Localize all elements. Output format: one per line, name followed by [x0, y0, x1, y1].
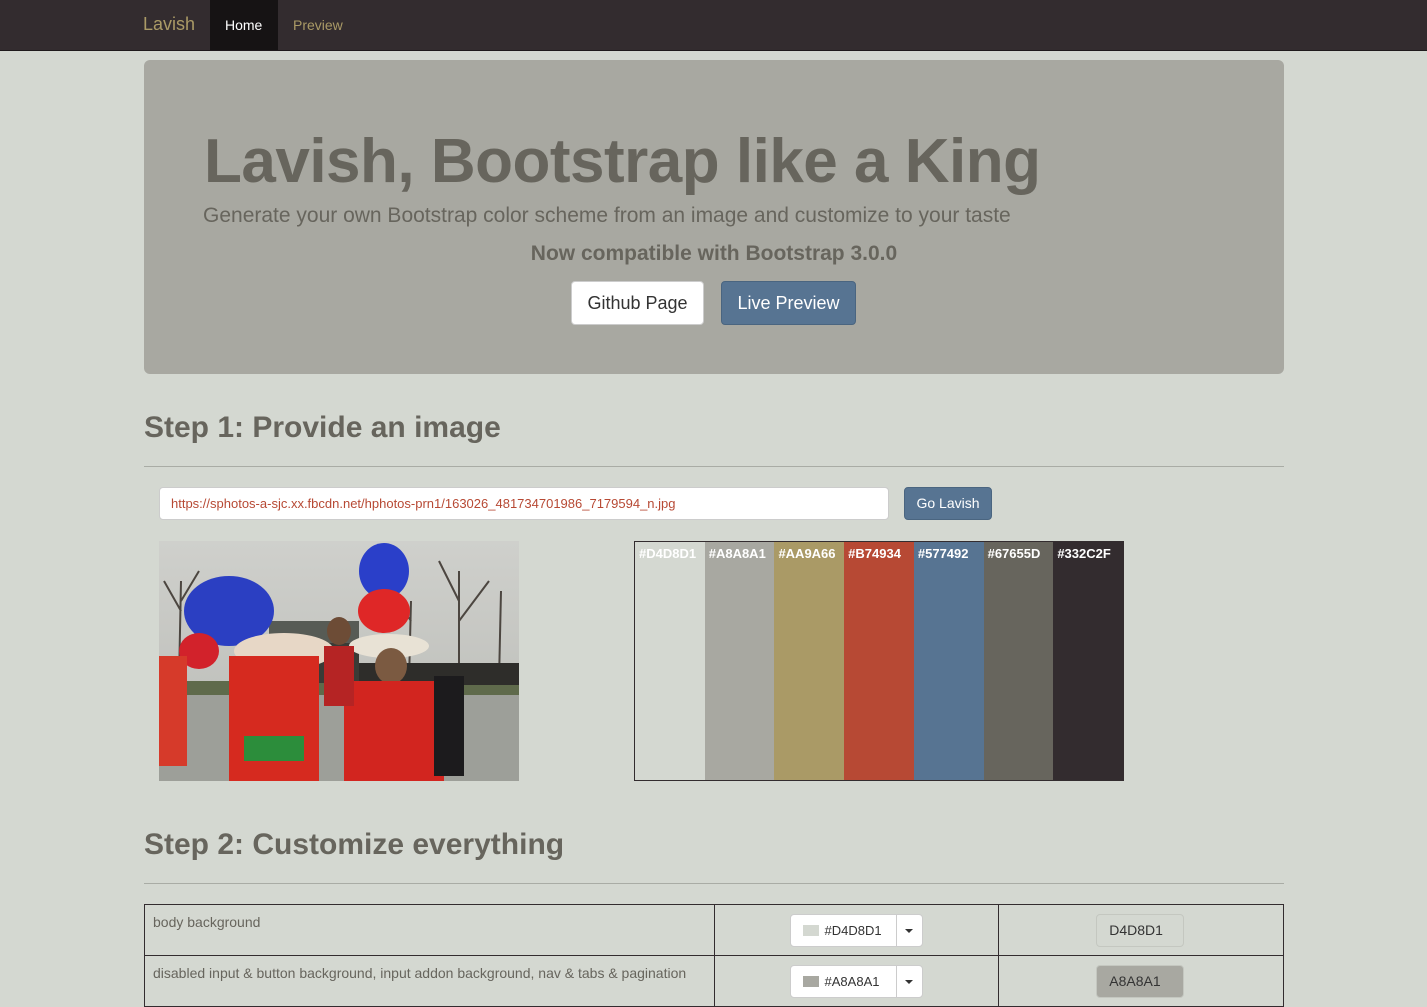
divider — [144, 883, 1284, 884]
table-row: body background #D4D8D1 D4D8D1 — [144, 904, 1284, 956]
picker-cell: #A8A8A1 — [713, 955, 1000, 1007]
picker-text: #A8A8A1 — [824, 974, 880, 989]
color-chip — [802, 925, 819, 936]
swatch-label: #D4D8D1 — [639, 546, 697, 561]
table-row: disabled input & button background, inpu… — [144, 955, 1284, 1007]
hex-input[interactable]: D4D8D1 — [1096, 914, 1185, 947]
chevron-down-icon[interactable] — [895, 915, 922, 946]
swatch-label: #577492 — [917, 546, 969, 561]
page-subtitle: Generate your own Bootstrap color scheme… — [203, 204, 1011, 227]
jumbotron: Lavish, Bootstrap like a King Generate y… — [144, 60, 1284, 374]
swatch-label: #67655D — [987, 546, 1041, 561]
hex-input[interactable]: A8A8A1 — [1096, 965, 1185, 998]
swatch-label: #AA9A66 — [778, 546, 836, 561]
brand-link[interactable]: Lavish — [143, 14, 195, 35]
compat-note: Now compatible with Bootstrap 3.0.0 — [530, 242, 898, 265]
palette-swatch[interactable]: #577492 — [913, 542, 984, 780]
page-title: Lavish, Bootstrap like a King — [204, 127, 1041, 196]
picker-value[interactable]: #A8A8A1 — [791, 966, 896, 997]
chevron-down-icon[interactable] — [895, 966, 922, 997]
swatch-label: #332C2F — [1057, 546, 1111, 561]
color-picker[interactable]: #A8A8A1 — [789, 965, 923, 998]
go-lavish-button[interactable]: Go Lavish — [904, 487, 992, 520]
palette-swatch[interactable]: #332C2F — [1053, 542, 1124, 780]
row-label: body background — [144, 904, 715, 956]
step2-heading: Step 2: Customize everything — [144, 828, 565, 861]
palette-swatch[interactable]: #B74934 — [844, 542, 914, 780]
palette-swatch[interactable]: #67655D — [983, 542, 1054, 780]
swatch-label: #B74934 — [848, 546, 901, 561]
picker-cell: #D4D8D1 — [713, 904, 1000, 956]
divider — [144, 466, 1284, 467]
color-picker[interactable]: #D4D8D1 — [789, 914, 923, 947]
live-preview-button[interactable]: Live Preview — [721, 281, 856, 325]
picker-value[interactable]: #D4D8D1 — [791, 915, 896, 946]
step1-heading: Step 1: Provide an image — [144, 411, 501, 444]
palette-swatch[interactable]: #A8A8A1 — [704, 542, 775, 780]
row-label: disabled input & button background, inpu… — [144, 955, 715, 1007]
image-url-input[interactable]: https://sphotos-a-sjc.xx.fbcdn.net/hphot… — [159, 487, 889, 520]
color-palette: #D4D8D1 #A8A8A1 #AA9A66 #B74934 #577492 #6765… — [634, 541, 1124, 781]
github-page-button[interactable]: Github Page — [571, 281, 704, 325]
hex-cell: D4D8D1 — [998, 904, 1284, 956]
source-image — [159, 541, 519, 781]
picker-text: #D4D8D1 — [824, 923, 882, 938]
hex-cell: A8A8A1 — [998, 955, 1284, 1007]
palette-swatch[interactable]: #AA9A66 — [774, 542, 845, 780]
swatch-label: #A8A8A1 — [708, 546, 766, 561]
nav-preview[interactable]: Preview — [278, 0, 358, 50]
customize-table: body background #D4D8D1 D4D8D1 disabled inp… — [144, 904, 1284, 1007]
nav-home[interactable]: Home — [210, 0, 278, 50]
palette-swatch[interactable]: #D4D8D1 — [635, 542, 705, 780]
navbar: Lavish Home Preview — [0, 0, 1427, 51]
color-chip — [802, 976, 819, 987]
